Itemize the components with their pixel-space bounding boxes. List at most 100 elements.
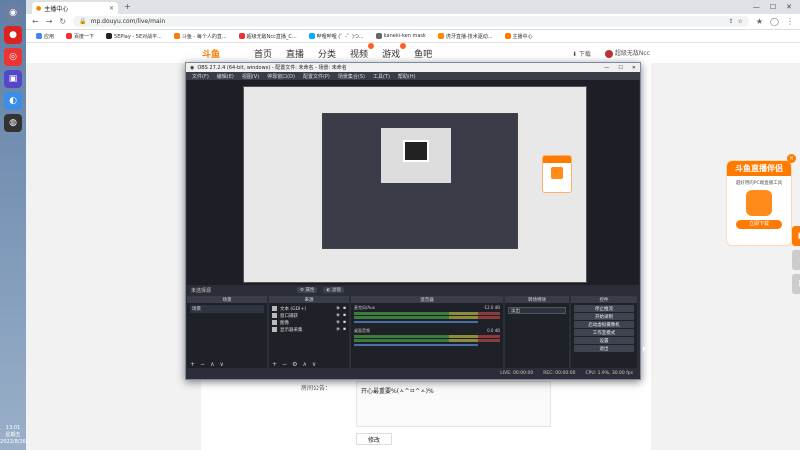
lock-icon[interactable]: ▪ — [343, 327, 346, 332]
down-icon[interactable]: ∨ — [219, 361, 223, 368]
filters-button[interactable]: ◐ 滤镜 — [323, 287, 344, 293]
volume-slider[interactable] — [354, 321, 479, 323]
douyu-logo[interactable]: 斗鱼 — [202, 47, 240, 60]
promo-close-icon[interactable]: × — [787, 154, 796, 163]
bookmark-item[interactable]: 百度一下 — [66, 33, 94, 40]
menu-icon[interactable]: ⋮ — [786, 17, 794, 26]
scenes-header: 场景 — [187, 296, 267, 303]
bookmark-item[interactable]: 主播中心 — [504, 33, 533, 40]
bookmark-item[interactable]: 斗鱼 - 每个人的直... — [173, 33, 227, 40]
play-icon[interactable]: ▶ — [792, 226, 800, 246]
obs-menu-item[interactable]: 停靠窗口(D) — [267, 73, 295, 80]
back-icon[interactable]: ← — [32, 17, 39, 26]
lock-icon[interactable]: ▪ — [343, 306, 346, 311]
control-button[interactable]: 开始录制 — [574, 313, 634, 320]
chrome-taskbar-icon[interactable]: ◐ — [4, 92, 22, 110]
nav-live[interactable]: 直播 — [286, 47, 304, 60]
control-button[interactable]: 退出 — [574, 345, 634, 352]
source-label: 显示器采集 — [280, 327, 303, 333]
obs-titlebar: ◉ OBS 27.2.4 (64-bit, windows) - 配置文件: 未… — [186, 63, 640, 72]
obs-menu-item[interactable]: 工具(T) — [373, 73, 390, 80]
obs-menu-item[interactable]: 帮助(H) — [398, 73, 416, 80]
star-icon[interactable]: ☆ — [737, 18, 742, 25]
up-icon[interactable]: ∧ — [210, 361, 214, 368]
bookmark-item[interactable]: 哔哩哔哩 (゜-゜)つ... — [308, 33, 364, 40]
bookmark-item[interactable]: kaneki-ken mask — [375, 33, 426, 39]
control-button[interactable]: 设置 — [574, 337, 634, 344]
app2-taskbar-icon[interactable]: ▣ — [4, 70, 22, 88]
bookmark-item[interactable]: 5EPlay - 5E对战平... — [106, 33, 162, 40]
add-icon[interactable]: + — [190, 361, 195, 368]
bookmark-item[interactable]: 虎牙直播-技术驱动... — [437, 33, 493, 40]
source-label: 窗口捕获 — [280, 313, 298, 319]
profile-icon[interactable]: ◯ — [770, 17, 779, 26]
shop-icon[interactable]: ⊞ — [792, 274, 800, 294]
obs-menu-item[interactable]: 场景集合(S) — [338, 73, 365, 80]
minimize-icon[interactable]: — — [753, 3, 760, 11]
tab-anchor-center[interactable]: ● 主播中心 ✕ — [32, 2, 118, 14]
home-icon[interactable]: ⌂ — [792, 250, 800, 270]
mixer-label-row: 麦克风/Aux -12.0 dB — [354, 305, 500, 311]
source-label: 图像 — [280, 320, 289, 326]
bookmark-item[interactable]: 应用 — [36, 33, 54, 40]
new-tab-button[interactable]: + — [124, 2, 131, 14]
control-button[interactable]: 工作室模式 — [574, 329, 634, 336]
obs-menu-item[interactable]: 文件(F) — [192, 73, 209, 80]
share-icon[interactable]: ⇪ — [728, 18, 733, 25]
remove-icon[interactable]: − — [200, 361, 205, 368]
source-item[interactable]: 文本 (GDI+) ◉ ▪ — [272, 305, 346, 312]
source-item[interactable]: 窗口捕获 ◉ ▪ — [272, 312, 346, 319]
visibility-icon[interactable]: ◉ — [336, 327, 340, 332]
forward-icon[interactable]: → — [46, 17, 53, 26]
obs-close-icon[interactable]: ✕ — [632, 65, 636, 71]
volume-slider[interactable] — [354, 344, 479, 346]
url-field[interactable]: 🔒 mp.douyu.com/live/main ⇪ ☆ — [73, 16, 749, 27]
nav-home[interactable]: 首页 — [254, 47, 272, 60]
start-icon[interactable]: ◉ — [4, 4, 22, 22]
obs-minimize-icon[interactable]: — — [604, 65, 609, 71]
obs-companion-promo: 斗鱼直播伴侣 超好用的PC端直播工具 立即下载 × — [726, 154, 796, 246]
download-link[interactable]: ⬇ 下载 — [572, 49, 591, 58]
app-taskbar-icon[interactable]: ◎ — [4, 48, 22, 66]
lock-icon[interactable]: ▪ — [343, 320, 346, 325]
obs-studio-taskbar-icon[interactable]: ◍ — [4, 114, 22, 132]
nav-fishbar[interactable]: 鱼吧 — [414, 47, 432, 60]
maximize-icon[interactable]: ☐ — [770, 3, 776, 11]
obs-maximize-icon[interactable]: ☐ — [618, 65, 622, 71]
promo-download-button[interactable]: 立即下载 — [736, 220, 782, 229]
user-menu[interactable]: 超级无敌Ncc — [604, 48, 650, 58]
lock-icon[interactable]: ▪ — [343, 313, 346, 318]
visibility-icon[interactable]: ◉ — [336, 313, 340, 318]
obs-preview[interactable] — [187, 80, 639, 285]
down-icon[interactable]: ∨ — [312, 361, 316, 368]
gear-icon[interactable]: ⚙ — [292, 361, 297, 368]
properties-button[interactable]: ⚙ 属性 — [297, 287, 318, 293]
obs-menu-item[interactable]: 配置文件(P) — [303, 73, 330, 80]
nav-category[interactable]: 分类 — [318, 47, 336, 60]
obs-taskbar-icon[interactable]: ● — [4, 26, 22, 44]
source-item[interactable]: 图像 ◉ ▪ — [272, 319, 346, 326]
obs-menu-item[interactable]: 视图(V) — [242, 73, 259, 80]
modify-button[interactable]: 修改 — [356, 433, 392, 445]
visibility-icon[interactable]: ◉ — [336, 320, 340, 325]
bookmark-item[interactable]: 超级无敌Ncc直播_C... — [238, 33, 297, 40]
close-window-icon[interactable]: ✕ — [786, 3, 792, 11]
source-item[interactable]: 显示器采集 ◉ ▪ — [272, 326, 346, 333]
add-icon[interactable]: + — [272, 361, 277, 368]
obs-window[interactable]: ◉ OBS 27.2.4 (64-bit, windows) - 配置文件: 未… — [185, 62, 646, 380]
transition-select[interactable]: 淡出 — [508, 307, 566, 314]
reload-icon[interactable]: ↻ — [59, 17, 66, 26]
scene-item[interactable]: 场景 — [190, 305, 264, 313]
obs-menu-item[interactable]: 编辑(E) — [217, 73, 234, 80]
control-button[interactable]: 停止推流 — [574, 305, 634, 312]
extensions-icon[interactable]: ★ — [756, 17, 763, 26]
visibility-icon[interactable]: ◉ — [336, 306, 340, 311]
control-button[interactable]: 启动虚拟摄像机 — [574, 321, 634, 328]
nav-game[interactable]: 游戏 — [382, 42, 407, 60]
remove-icon[interactable]: − — [282, 361, 287, 368]
up-icon[interactable]: ∧ — [302, 361, 306, 368]
notice-textarea[interactable]: 开心最重要%(ㅅ^ㅁ^ㅅ)% — [356, 381, 551, 427]
close-tab-icon[interactable]: ✕ — [109, 5, 114, 12]
nav-video[interactable]: 视频 — [350, 42, 375, 60]
clock[interactable]: 13:01 星期五 2022/8/26 — [0, 425, 26, 446]
